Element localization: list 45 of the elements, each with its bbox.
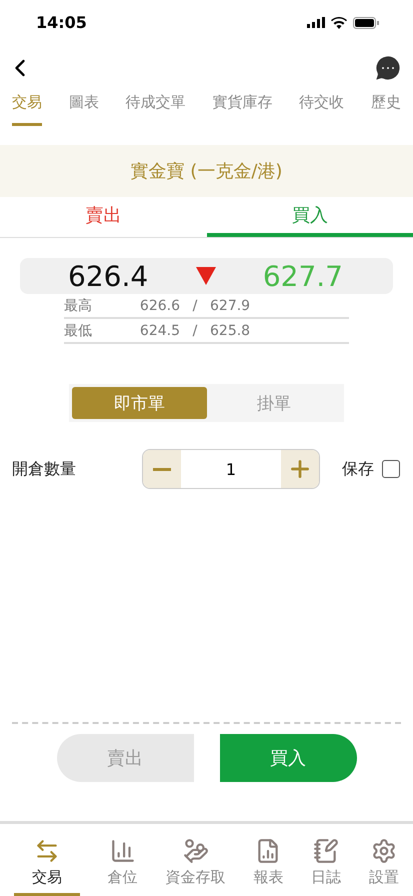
separator: / (192, 322, 198, 338)
settings-icon (371, 838, 398, 864)
buy-button[interactable]: 買入 (220, 734, 356, 782)
tab[interactable]: 實貨庫存 (212, 90, 272, 126)
row-label: 最低 (64, 322, 93, 340)
row-label: 最高 (64, 296, 93, 314)
tab[interactable]: 待交收 (299, 90, 344, 126)
nav-item[interactable]: 報表 (253, 838, 284, 896)
quantity-value: 1 (224, 458, 238, 480)
order-type-button[interactable]: 掛單 (206, 387, 341, 419)
status-time: 14:05 (36, 13, 87, 32)
down-triangle-icon (196, 267, 216, 285)
quantity-label: 開倉數量 (12, 458, 76, 480)
ask-price: 627.7 (262, 260, 343, 292)
save-label: 保存 (342, 458, 374, 480)
nav-item[interactable]: 交易 (14, 838, 80, 896)
side-tab[interactable]: 買入 (206, 197, 413, 237)
tab[interactable]: 圖表 (68, 90, 99, 126)
wifi-icon (331, 16, 347, 28)
bid-value: 626.6 (138, 298, 180, 314)
nav-item[interactable]: 設置 (369, 838, 400, 896)
tab[interactable]: 歷史 (370, 90, 401, 126)
bid-value: 624.5 (138, 322, 180, 338)
bar-chart-icon (110, 838, 136, 864)
product-title: 實金寶 (一克金/港) (130, 160, 282, 183)
save-checkbox[interactable] (382, 460, 400, 478)
ask-value: 627.9 (210, 298, 250, 314)
tab[interactable]: 交易 (12, 90, 42, 126)
nav-item[interactable]: 倉位 (108, 838, 138, 896)
ask-value: 625.8 (210, 322, 250, 338)
quantity-stepper[interactable]: 1 (142, 449, 320, 489)
signal-icon (307, 17, 325, 28)
minus-icon (153, 468, 171, 470)
tab[interactable]: 待成交單 (126, 90, 186, 126)
notepad-icon (313, 838, 340, 864)
decrease-button[interactable] (143, 450, 181, 488)
increase-button[interactable] (281, 450, 319, 488)
nav-item[interactable]: 日誌 (311, 838, 342, 896)
coin-hand-icon (182, 838, 209, 864)
separator: / (192, 298, 198, 314)
side-tab[interactable]: 賣出 (0, 197, 206, 237)
nav-item[interactable]: 資金存取 (166, 838, 226, 896)
battery-icon (353, 16, 379, 28)
bid-price: 626.4 (68, 260, 148, 292)
order-type-button[interactable]: 即市單 (72, 387, 206, 419)
